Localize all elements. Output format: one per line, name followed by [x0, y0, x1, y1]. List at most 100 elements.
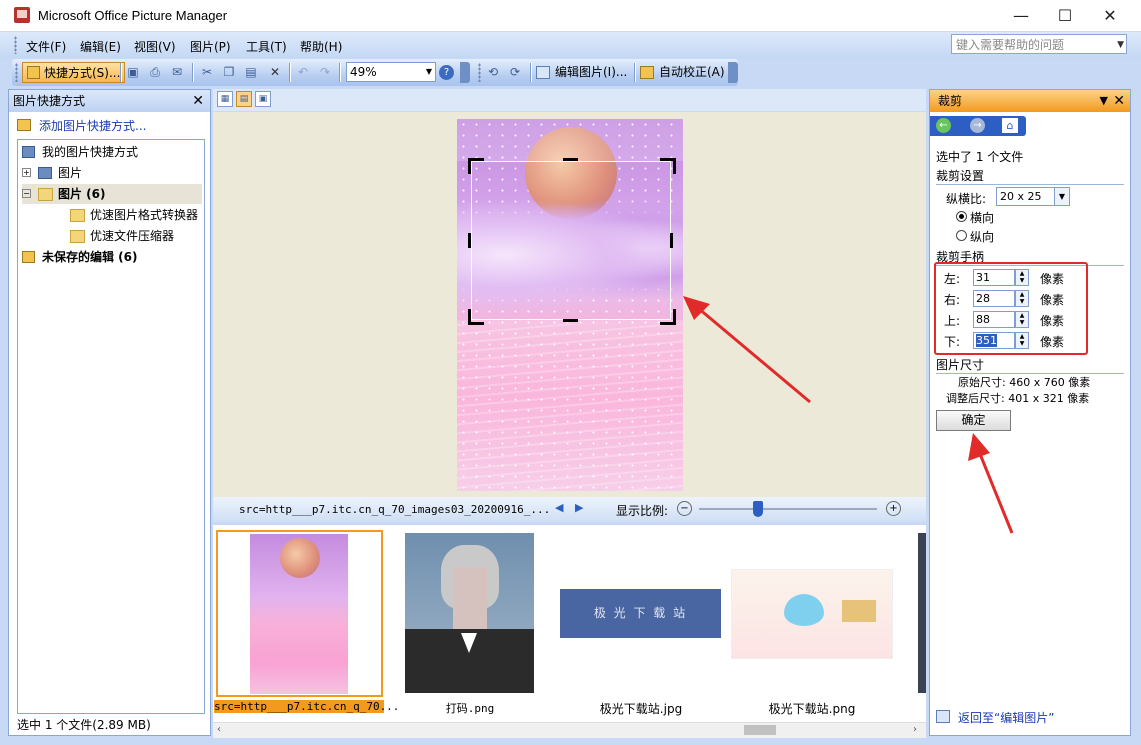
chevron-down-icon[interactable]: ▼ [1054, 188, 1069, 205]
current-filename: src=http___p7.itc.cn_q_70_images03_20200… [239, 503, 551, 516]
shortcuts-button[interactable]: 快捷方式(S)... [22, 62, 126, 83]
tree-item-label: 优速文件压缩器 [90, 229, 175, 243]
aspect-ratio-select[interactable]: 20 x 25 ▼ [996, 187, 1070, 206]
tree-item-label: 优速图片格式转换器 [90, 208, 199, 222]
shortcuts-button-label: 快捷方式(S)... [44, 66, 121, 80]
thumbnail-selected[interactable] [216, 530, 383, 697]
crop-mask-top [457, 119, 683, 161]
forward-icon[interactable]: → [970, 118, 985, 133]
shortcuts-folder-icon [27, 66, 40, 79]
previous-picture-icon[interactable]: ◀ [555, 501, 563, 514]
tree-item-unsaved[interactable]: 未保存的编辑 (6) [22, 247, 138, 267]
heart-shape [784, 594, 824, 626]
maximize-button[interactable]: ☐ [1042, 0, 1088, 31]
crop-handle-bottom-right[interactable] [660, 309, 676, 325]
menu-file[interactable]: 文件(F) [26, 38, 66, 55]
close-window-button[interactable]: ✕ [1087, 0, 1133, 31]
crop-handle-top-left[interactable] [468, 158, 484, 174]
help-search-input[interactable]: 键入需要帮助的问题 ▼ [951, 34, 1127, 54]
thumbnail-partial[interactable] [918, 533, 926, 693]
edit-pictures-button[interactable]: 编辑图片(I)... [536, 62, 627, 83]
cut-icon[interactable]: ✂ [200, 65, 214, 79]
rotate-right-icon[interactable]: ⟳ [508, 65, 522, 79]
zoom-slider-thumb[interactable] [752, 501, 763, 517]
landscape-radio[interactable] [956, 211, 967, 222]
thumbnail-view-icon[interactable]: ▦ [217, 91, 233, 107]
collapse-icon[interactable]: − [22, 189, 31, 198]
menu-tools[interactable]: 工具(T) [246, 38, 287, 55]
home-icon[interactable]: ⌂ [1002, 118, 1018, 133]
toolbar-grip[interactable] [478, 63, 481, 82]
folder-icon [70, 209, 85, 222]
close-icon[interactable]: ✕ [1113, 90, 1125, 112]
help-search-placeholder: 键入需要帮助的问题 [956, 38, 1065, 52]
undo-icon[interactable]: ↶ [296, 65, 310, 79]
close-icon[interactable]: ✕ [192, 90, 204, 112]
thumbnail-banner[interactable]: 极 光 下 载 站 [560, 589, 721, 638]
redo-icon[interactable]: ↷ [318, 65, 332, 79]
zoom-value: 49% [350, 65, 377, 79]
crop-rectangle[interactable] [471, 161, 671, 320]
tree-item-folder[interactable]: 优速文件压缩器 [70, 226, 174, 246]
portrait-label: 纵向 [970, 230, 995, 244]
crop-handle-right[interactable] [670, 233, 673, 248]
moon [280, 538, 320, 578]
tree-item-folder[interactable]: 优速图片格式转换器 [70, 205, 198, 225]
crop-handle-left[interactable] [468, 233, 471, 248]
menu-edit[interactable]: 编辑(E) [80, 38, 121, 55]
minimize-button[interactable]: — [998, 0, 1044, 31]
scroll-right-icon[interactable]: › [913, 724, 917, 735]
ok-button[interactable]: 确定 [936, 410, 1011, 431]
chevron-down-icon[interactable]: ▼ [1117, 35, 1124, 55]
scroll-left-icon[interactable]: ‹ [217, 724, 221, 735]
crop-handle-bottom[interactable] [563, 319, 578, 322]
annotation-arrow-line [697, 306, 811, 404]
tree-item-pictures-selected[interactable]: − 图片 (6) [22, 184, 202, 204]
help-icon[interactable]: ? [439, 65, 454, 80]
menu-view[interactable]: 视图(V) [134, 38, 176, 55]
panel-title: 图片快捷方式 [13, 94, 86, 108]
aspect-ratio-value: 20 x 25 [1000, 190, 1042, 203]
tree-item-pictures[interactable]: + 图片 [22, 163, 82, 183]
zoom-label: 显示比例: [616, 504, 669, 518]
zoom-select[interactable]: 49% ▼ [346, 62, 436, 82]
add-picture-shortcut-link[interactable]: 添加图片快捷方式... [39, 117, 146, 134]
crop-handle-top-right[interactable] [660, 158, 676, 174]
copy-icon[interactable]: ❐ [222, 65, 236, 79]
back-icon[interactable]: ← [936, 118, 951, 133]
filmstrip-view-icon[interactable]: ▤ [236, 91, 252, 107]
next-picture-icon[interactable]: ▶ [575, 501, 583, 514]
toolbar-grip[interactable] [15, 63, 18, 82]
auto-correct-button[interactable]: 自动校正(A) [640, 62, 725, 83]
toolbar-options-icon[interactable] [728, 62, 738, 83]
expand-icon[interactable]: + [22, 168, 31, 177]
rotate-left-icon[interactable]: ⟲ [486, 65, 500, 79]
crop-handle-top[interactable] [563, 158, 578, 161]
tree-root[interactable]: 我的图片快捷方式 [22, 142, 138, 162]
back-to-edit-link[interactable]: 返回至“编辑图片” [958, 709, 1054, 726]
menu-help[interactable]: 帮助(H) [300, 38, 342, 55]
chevron-down-icon[interactable]: ▼ [423, 63, 435, 81]
task-pane-menu-icon[interactable]: ▼ [1100, 90, 1108, 112]
menu-picture[interactable]: 图片(P) [190, 38, 231, 55]
annotation-highlight-box [934, 262, 1088, 355]
zoom-in-icon[interactable]: + [886, 501, 901, 516]
zoom-out-icon[interactable]: − [677, 501, 692, 516]
delete-icon[interactable]: ✕ [268, 65, 282, 79]
menubar-grip[interactable] [14, 36, 17, 54]
send-icon[interactable]: ✉ [170, 65, 184, 79]
landscape-label: 横向 [970, 211, 995, 225]
thumbnail-caption: 极光下载站.png [768, 702, 856, 716]
thumbnail-image[interactable] [405, 533, 534, 693]
crop-handle-bottom-left[interactable] [468, 309, 484, 325]
portrait-radio[interactable] [956, 230, 967, 241]
print-icon[interactable]: ⎙ [148, 65, 162, 79]
scrollbar-thumb[interactable] [744, 725, 776, 735]
filmstrip-scrollbar[interactable]: ‹ › [213, 722, 926, 738]
paste-icon[interactable]: ▤ [244, 65, 258, 79]
toolbar-options-icon[interactable] [460, 62, 470, 83]
save-icon[interactable]: ▣ [126, 65, 140, 79]
single-picture-view-icon[interactable]: ▣ [255, 91, 271, 107]
zoom-slider-track[interactable] [699, 508, 877, 510]
thumbnail-image[interactable] [731, 569, 893, 659]
